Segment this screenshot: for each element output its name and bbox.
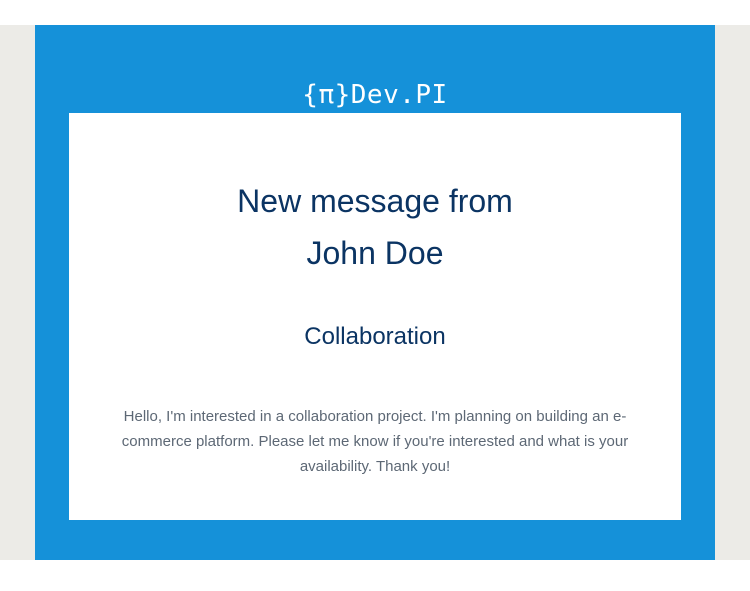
top-strip <box>0 0 750 25</box>
email-frame: {π}Dev.PI New message from John Doe Coll… <box>35 25 715 560</box>
bottom-strip <box>0 560 750 591</box>
brand-logo: {π}Dev.PI <box>302 80 448 110</box>
message-body: Hello, I'm interested in a collaboration… <box>121 408 629 475</box>
message-heading: New message from John Doe <box>69 175 681 279</box>
sender-name: John Doe <box>306 235 444 271</box>
message-card: New message from John Doe Collaboration … <box>69 113 681 520</box>
message-subject: Collaboration <box>304 323 446 350</box>
heading-line-1: New message from <box>237 183 513 219</box>
